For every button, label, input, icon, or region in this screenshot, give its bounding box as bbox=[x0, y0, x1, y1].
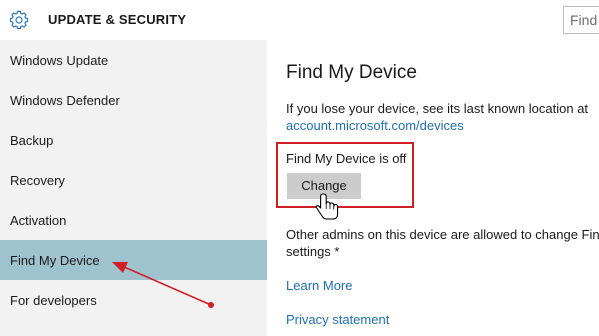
main-content: Find My Device If you lose your device, … bbox=[267, 40, 599, 336]
header-bar: UPDATE & SECURITY Find bbox=[0, 0, 599, 40]
change-button[interactable]: Change bbox=[287, 173, 361, 199]
learn-more-link[interactable]: Learn More bbox=[286, 278, 352, 293]
location-description: If you lose your device, see its last kn… bbox=[286, 101, 589, 116]
sidebar-item-windows-update[interactable]: Windows Update bbox=[0, 40, 267, 80]
sidebar: Windows Update Windows Defender Backup R… bbox=[0, 40, 267, 336]
status-text: Find My Device is off bbox=[286, 151, 407, 166]
privacy-statement-link[interactable]: Privacy statement bbox=[286, 312, 389, 327]
sidebar-item-activation[interactable]: Activation bbox=[0, 200, 267, 240]
sidebar-item-find-my-device[interactable]: Find My Device bbox=[0, 240, 267, 280]
sidebar-item-windows-defender[interactable]: Windows Defender bbox=[0, 80, 267, 120]
page-section-title: UPDATE & SECURITY bbox=[48, 12, 187, 27]
search-input[interactable]: Find bbox=[563, 6, 599, 34]
page-title: Find My Device bbox=[286, 62, 417, 83]
sidebar-item-for-developers[interactable]: For developers bbox=[0, 280, 267, 320]
sidebar-item-recovery[interactable]: Recovery bbox=[0, 160, 267, 200]
location-link[interactable]: account.microsoft.com/devices bbox=[286, 118, 464, 133]
gear-icon bbox=[9, 10, 29, 30]
sidebar-item-backup[interactable]: Backup bbox=[0, 120, 267, 160]
admin-note-line-1: Other admins on this device are allowed … bbox=[286, 227, 599, 242]
admin-note-line-2: settings * bbox=[286, 244, 340, 259]
admin-note: Other admins on this device are allowed … bbox=[286, 226, 599, 260]
